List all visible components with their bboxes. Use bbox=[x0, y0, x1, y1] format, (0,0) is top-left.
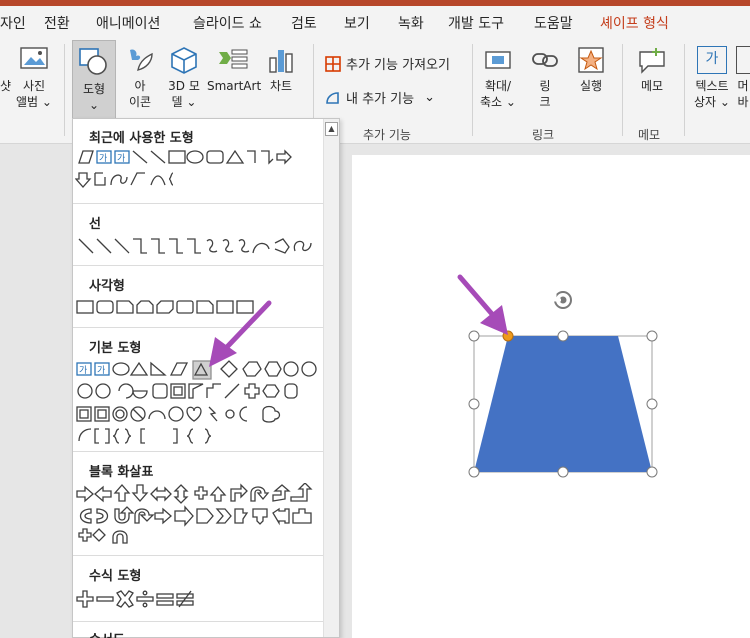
ribbon-separator bbox=[684, 44, 685, 136]
photo-album-button[interactable]: 사진 앨범 ⌄ bbox=[14, 46, 54, 110]
photo-album-icon bbox=[20, 47, 48, 69]
link-icon bbox=[532, 53, 558, 67]
zoom-icon bbox=[485, 51, 511, 69]
cube-icon bbox=[171, 47, 197, 74]
smartart-icon bbox=[219, 49, 248, 69]
gallery-annotation-arrow bbox=[209, 300, 272, 367]
chart-button[interactable]: 차트 bbox=[264, 46, 298, 94]
tab-record[interactable]: 녹화 bbox=[398, 13, 424, 33]
3d-models-label-2: 델 ⌄ bbox=[171, 95, 197, 109]
get-addins-label: 추가 기능 가져오기 bbox=[346, 58, 450, 73]
annotation-arrow bbox=[457, 274, 508, 335]
my-addins-label: 내 추가 기능 bbox=[346, 92, 415, 107]
tab-review[interactable]: 검토 bbox=[291, 13, 317, 33]
tab-shape-format[interactable]: 셰이프 형식 bbox=[600, 13, 669, 33]
smartart-button[interactable]: SmartArt bbox=[207, 46, 262, 94]
icons-button[interactable]: 아 이콘 bbox=[122, 46, 158, 110]
icons-label-2: 이콘 bbox=[128, 95, 152, 109]
slide-thumbnail-pane[interactable] bbox=[0, 145, 70, 638]
tab-transitions[interactable]: 전환 bbox=[44, 13, 70, 33]
textbox-icon: 가 bbox=[697, 46, 727, 74]
photo-album-label-2: 앨범 ⌄ bbox=[16, 95, 52, 109]
photo-album-label-1: 사진 bbox=[22, 79, 46, 93]
zoom-button[interactable]: 확대/ 축소 ⌄ bbox=[478, 46, 518, 110]
tab-view[interactable]: 보기 bbox=[344, 13, 370, 33]
store-icon bbox=[325, 55, 341, 72]
shapes-label: 도형 bbox=[82, 82, 106, 96]
action-button[interactable]: 실행 bbox=[574, 46, 608, 94]
link-label-1: 링 bbox=[539, 79, 551, 93]
chart-label: 차트 bbox=[269, 79, 293, 93]
header-footer-label-1: 머 bbox=[737, 79, 749, 93]
links-group-label: 링크 bbox=[532, 128, 555, 142]
addins-icon bbox=[326, 91, 339, 104]
link-label-2: 크 bbox=[539, 95, 551, 109]
tab-developer[interactable]: 개발 도구 bbox=[448, 13, 504, 33]
action-star-icon bbox=[578, 47, 604, 73]
screenshot-button[interactable]: 샷 bbox=[0, 78, 11, 94]
trapezoid-shape[interactable] bbox=[474, 336, 652, 472]
my-addins-caret: ⌄ bbox=[424, 90, 435, 105]
tab-help[interactable]: 도움말 bbox=[534, 13, 573, 33]
zoom-label-1: 확대/ bbox=[484, 79, 512, 93]
tab-design[interactable]: 자인 bbox=[0, 13, 26, 33]
header-footer-label-2: 바 bbox=[737, 95, 749, 109]
ribbon-separator bbox=[472, 44, 473, 136]
header-footer-icon bbox=[736, 46, 750, 74]
comment-label: 메모 bbox=[640, 79, 664, 93]
selected-shape-layer[interactable] bbox=[352, 155, 750, 638]
addins-group-label: 추가 기능 bbox=[363, 128, 411, 142]
textbox-label-1: 텍스트 bbox=[695, 79, 729, 93]
chart-icon bbox=[269, 50, 293, 73]
3d-models-button[interactable]: 3D 모 델 ⌄ bbox=[163, 46, 205, 110]
smartart-label: SmartArt bbox=[207, 79, 262, 93]
shapes-caret: ⌄ bbox=[88, 98, 100, 112]
textbox-label-2: 상자 ⌄ bbox=[694, 95, 730, 109]
link-button[interactable]: 링 크 bbox=[528, 46, 562, 110]
tab-slideshow[interactable]: 슬라이드 쇼 bbox=[193, 13, 262, 33]
comment-group-label: 메모 bbox=[638, 128, 661, 142]
action-label: 실행 bbox=[579, 79, 603, 93]
icons-label-1: 아 bbox=[134, 79, 146, 93]
textbox-button[interactable]: 가 텍스트 상자 ⌄ bbox=[692, 46, 732, 110]
icons-icon bbox=[130, 49, 153, 71]
rotate-handle-icon[interactable] bbox=[553, 291, 572, 309]
shapes-icon bbox=[79, 48, 107, 75]
ribbon-tab-bar: 자인 전환 애니메이션 슬라이드 쇼 검토 보기 녹화 개발 도구 도움말 셰이… bbox=[0, 6, 750, 38]
my-addins-button[interactable]: 내 추가 기능 ⌄ bbox=[324, 88, 435, 107]
ribbon-separator bbox=[622, 44, 623, 136]
zoom-label-2: 축소 ⌄ bbox=[480, 95, 516, 109]
slide-canvas[interactable] bbox=[352, 155, 750, 638]
shapes-button[interactable]: 도형 ⌄ bbox=[72, 40, 116, 120]
header-footer-button[interactable]: 머 바 bbox=[736, 46, 750, 110]
ribbon-separator bbox=[64, 44, 65, 136]
get-addins-button[interactable]: 추가 기능 가져오기 bbox=[324, 54, 450, 73]
comment-button[interactable]: 메모 bbox=[632, 46, 672, 94]
comment-icon bbox=[639, 48, 665, 74]
screenshot-label: 샷 bbox=[0, 79, 12, 93]
tab-animations[interactable]: 애니메이션 bbox=[96, 13, 160, 33]
shapes-gallery-dropdown[interactable]: ▲ 최근에 사용한 도형 가 가 선 사각형 기본 도형 가 가 블록 화살표 … bbox=[72, 118, 340, 638]
3d-models-label-1: 3D 모 bbox=[168, 79, 200, 93]
